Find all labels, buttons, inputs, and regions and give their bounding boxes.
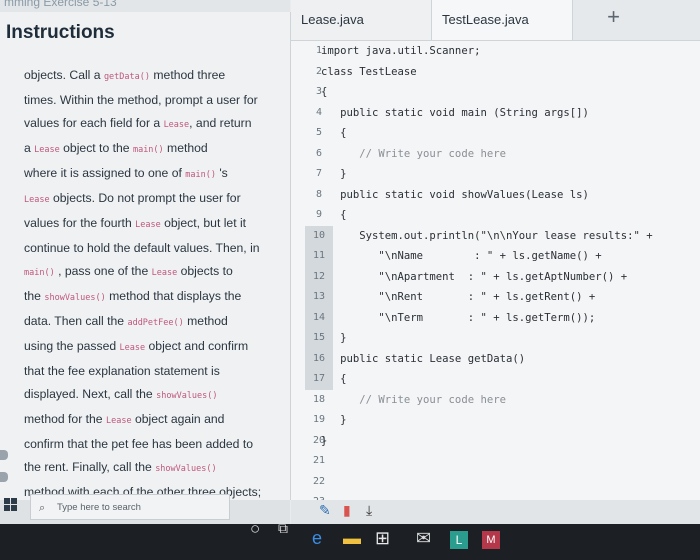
download-icon[interactable]: ⤓ bbox=[366, 502, 372, 519]
inline-code: Lease bbox=[119, 343, 146, 353]
taskbar-search-input[interactable]: ⌕ Type here to search bbox=[30, 494, 230, 520]
side-handle-icon[interactable] bbox=[0, 472, 8, 482]
code-line[interactable]: { bbox=[321, 205, 696, 226]
instruction-line: displayed. Next, call the showValues() bbox=[24, 387, 218, 401]
search-icon: ⌕ bbox=[39, 502, 46, 514]
code-line[interactable]: public static Lease getData() bbox=[321, 349, 696, 370]
code-line[interactable]: } bbox=[321, 328, 696, 349]
code-line[interactable]: { bbox=[321, 369, 696, 390]
inline-code: Lease bbox=[163, 120, 190, 130]
instruction-line: method for the Lease object again and bbox=[24, 412, 225, 426]
trash-icon[interactable]: ▮ bbox=[343, 502, 351, 519]
app-l-icon[interactable]: L bbox=[450, 531, 468, 549]
instruction-line: continue to hold the default values. The… bbox=[24, 241, 260, 255]
edge-icon[interactable]: e bbox=[312, 528, 322, 549]
instruction-line: where it is assigned to one of main() 's bbox=[24, 166, 228, 180]
code-line[interactable]: public static void main (String args[]) bbox=[321, 103, 696, 124]
editor-tabs: Lease.java TestLease.java + bbox=[291, 0, 700, 41]
file-explorer-icon[interactable]: ▬ bbox=[343, 528, 361, 549]
code-line[interactable]: } bbox=[321, 164, 696, 185]
inline-code: main() bbox=[24, 268, 55, 278]
inline-code: Lease bbox=[151, 268, 178, 278]
code-line[interactable]: System.out.println("\n\nYour lease resul… bbox=[321, 226, 696, 247]
inline-code: Lease bbox=[135, 220, 161, 230]
code-line[interactable] bbox=[321, 472, 696, 493]
code-line[interactable]: "\nApartment : " + ls.getAptNumber() + bbox=[321, 267, 696, 288]
code-area[interactable]: import java.util.Scanner; class TestLease… bbox=[321, 41, 696, 500]
side-handle-icon[interactable] bbox=[0, 450, 8, 460]
code-line[interactable] bbox=[321, 451, 696, 472]
code-line[interactable]: "\nRent : " + ls.getRent() + bbox=[321, 287, 696, 308]
code-line[interactable]: { bbox=[321, 123, 696, 144]
instructions-panel: Instructions objects. Call a getData() m… bbox=[0, 12, 291, 500]
inline-code: showValues() bbox=[155, 464, 217, 474]
exercise-title-cut: mming Exercise 5-13 bbox=[4, 0, 117, 9]
code-line[interactable]: // Write your code here bbox=[321, 144, 696, 165]
inline-code: main() bbox=[185, 170, 216, 180]
app-m-icon[interactable]: M bbox=[482, 531, 500, 549]
code-line[interactable]: "\nName : " + ls.getName() + bbox=[321, 246, 696, 267]
instruction-line: main() , pass one of the Lease objects t… bbox=[24, 264, 233, 278]
inline-code: Lease bbox=[105, 416, 132, 426]
tab-testlease-java[interactable]: TestLease.java bbox=[431, 0, 573, 40]
code-line[interactable]: // Write your code here bbox=[321, 390, 696, 411]
inline-code: Lease bbox=[24, 195, 50, 205]
inline-code: main() bbox=[132, 145, 164, 155]
instruction-line: data. Then call the addPetFee() method bbox=[24, 314, 228, 328]
inline-code: showValues() bbox=[44, 293, 106, 303]
instruction-line: times. Within the method, prompt a user … bbox=[24, 93, 258, 107]
instruction-line: that the fee explanation statement is bbox=[24, 364, 220, 378]
instruction-line: the showValues() method that displays th… bbox=[24, 289, 242, 303]
instruction-line: objects. Call a getData() method three bbox=[24, 68, 226, 82]
tab-lease-java[interactable]: Lease.java bbox=[291, 0, 436, 40]
mail-icon[interactable]: ✉ bbox=[416, 528, 431, 549]
instruction-line: values for the fourth Lease object, but … bbox=[24, 216, 247, 230]
cortana-icon[interactable]: ○ bbox=[250, 519, 260, 539]
inline-code: getData() bbox=[103, 72, 150, 82]
instruction-line: the rent. Finally, call the showValues() bbox=[24, 460, 217, 474]
windows-start-icon[interactable] bbox=[4, 498, 18, 512]
instruction-line: confirm that the pet fee has been added … bbox=[24, 437, 254, 451]
pencil-icon[interactable]: ✎ bbox=[319, 502, 331, 519]
code-line[interactable]: } bbox=[321, 410, 696, 431]
task-view-icon[interactable]: ⧉ bbox=[278, 520, 288, 537]
instructions-text: objects. Call a getData() method three ti… bbox=[24, 64, 280, 500]
store-icon[interactable]: ⊞ bbox=[375, 528, 390, 549]
instructions-title: Instructions bbox=[6, 22, 115, 43]
instruction-line: Lease objects. Do not prompt the user fo… bbox=[24, 191, 241, 205]
add-tab-button[interactable]: + bbox=[607, 4, 620, 30]
instruction-line: using the passed Lease object and confir… bbox=[24, 339, 249, 353]
code-line[interactable]: } bbox=[321, 431, 696, 452]
code-line[interactable]: { bbox=[321, 82, 696, 103]
editor-toolbar: ✎ ▮ ⤓ bbox=[291, 500, 700, 524]
search-placeholder: Type here to search bbox=[57, 502, 141, 513]
instruction-line: a Lease object to the main() method bbox=[24, 141, 208, 155]
top-strip: mming Exercise 5-13 bbox=[0, 0, 290, 12]
inline-code: Lease bbox=[34, 145, 60, 155]
code-line[interactable]: public static void showValues(Lease ls) bbox=[321, 185, 696, 206]
inline-code: addPetFee() bbox=[127, 318, 184, 328]
code-editor[interactable]: 1234567891011121314151617181920212223 im… bbox=[291, 41, 700, 500]
code-line[interactable]: import java.util.Scanner; bbox=[321, 41, 696, 62]
code-line[interactable] bbox=[321, 492, 696, 500]
code-line[interactable]: class TestLease bbox=[321, 62, 696, 83]
code-line[interactable]: "\nTerm : " + ls.getTerm()); bbox=[321, 308, 696, 329]
inline-code: showValues() bbox=[156, 391, 218, 401]
instruction-line: values for each field for a Lease, and r… bbox=[24, 116, 252, 130]
